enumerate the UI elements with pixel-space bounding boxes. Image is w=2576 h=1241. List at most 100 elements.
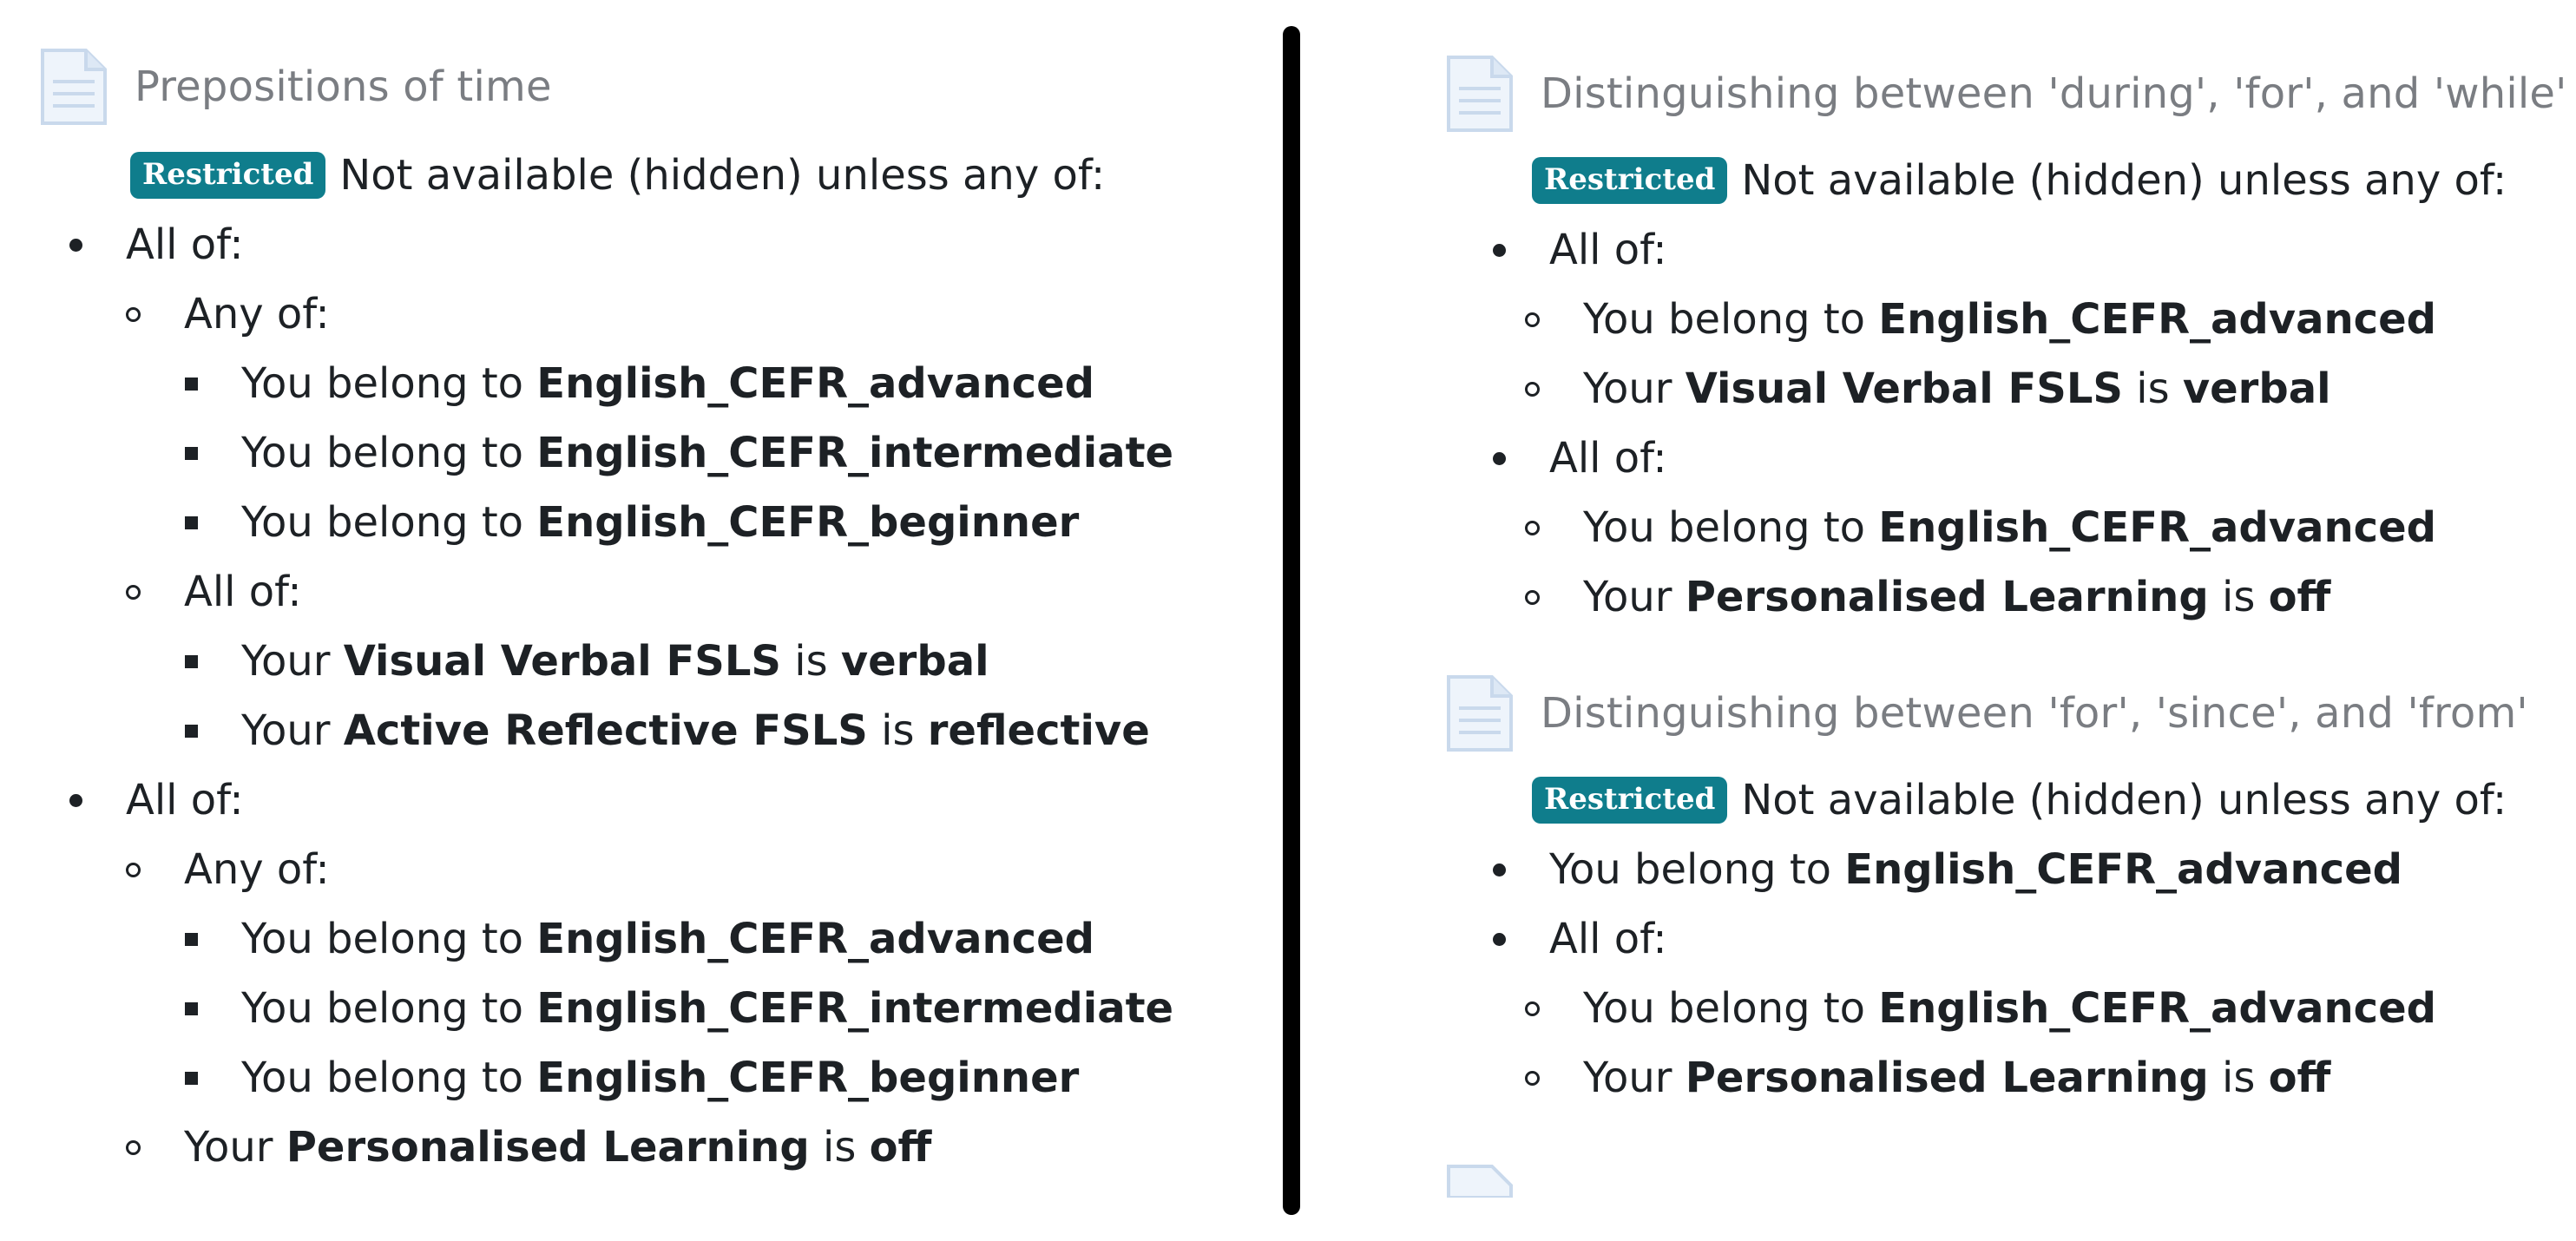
restriction-line: Restricted Not available (hidden) unless… [1532,765,2528,835]
condition-value: verbal [840,637,989,686]
circle-bullet-icon [126,584,141,600]
condition-text: is [2208,573,2269,621]
disc-bullet-icon [1493,451,1506,465]
condition-item: You belong to English_CEFR_advanced [39,904,1173,974]
square-bullet-icon [185,1071,198,1085]
activity-prepositions-of-time: Prepositions of time Restricted Not avai… [39,43,1173,1182]
restriction-line: Restricted Not available (hidden) unless… [1532,146,2567,215]
circle-bullet-icon [1525,1001,1540,1016]
condition-item: You belong to English_CEFR_advanced [1445,493,2567,562]
condition-item: Your Personalised Learning is off [39,1113,1173,1182]
page-icon [1447,1165,1513,1198]
restriction-intro: Not available (hidden) unless any of: [1741,156,2507,205]
condition-item: You belong to English_CEFR_advanced [1445,285,2567,354]
disc-bullet-icon [1493,863,1506,877]
disc-bullet-icon [1493,932,1506,946]
condition-target: Personalised Learning [286,1123,810,1172]
condition-item: You belong to English_CEFR_intermediate [39,974,1173,1043]
condition-item: All of: [39,765,1173,835]
circle-bullet-icon [1525,589,1540,605]
circle-bullet-icon [1525,381,1540,397]
activity-title[interactable]: Distinguishing between 'during', 'for', … [1541,69,2567,118]
activity-header[interactable]: Distinguishing between 'for', 'since', a… [1445,670,2528,757]
restricted-badge: Restricted [1532,777,1728,824]
condition-target: English_CEFR_advanced [1844,845,2402,894]
condition-item: You belong to English_CEFR_advanced [39,349,1173,418]
condition-item: Your Active Reflective FSLS is reflectiv… [39,696,1173,765]
condition-item: You belong to English_CEFR_advanced [1445,835,2528,904]
square-bullet-icon [185,1001,198,1015]
condition-text: You belong to [1583,295,1879,344]
condition-target: English_CEFR_beginner [536,1054,1080,1102]
condition-text: All of: [1549,434,1667,483]
condition-item: Any of: [39,279,1173,349]
condition-text: Your [184,1123,286,1172]
condition-text: You belong to [241,984,537,1033]
condition-target: Personalised Learning [1685,573,2209,621]
condition-item: All of: [1445,215,2567,285]
condition-text: is [809,1123,870,1172]
condition-text: Your [1583,364,1686,413]
condition-target: English_CEFR_intermediate [536,984,1174,1033]
restriction-rules: All of: You belong to English_CEFR_advanc… [1445,215,2567,632]
restriction-intro: Not available (hidden) unless any of: [1741,776,2507,824]
condition-target: Active Reflective FSLS [343,706,868,755]
condition-text: All of: [1549,915,1667,963]
condition-target: English_CEFR_advanced [1878,984,2436,1033]
condition-item: All of: [1445,424,2567,493]
condition-item: All of: [1445,904,2528,974]
condition-text: Your [1583,1054,1686,1102]
page-icon [41,49,107,125]
condition-text: You belong to [241,498,537,547]
condition-item: Your Personalised Learning is off [1445,562,2567,632]
panel-divider [1283,26,1300,1215]
condition-text: You belong to [241,429,537,477]
activity-header[interactable]: Distinguishing between 'during', 'for', … [1445,50,2567,137]
condition-target: Visual Verbal FSLS [1685,364,2123,413]
condition-text: Your [241,637,344,686]
activity-for-since-from: Distinguishing between 'for', 'since', a… [1445,670,2528,1113]
condition-text: is [780,637,841,686]
condition-item: You belong to English_CEFR_advanced [1445,974,2528,1043]
square-bullet-icon [185,515,198,529]
condition-item: Your Personalised Learning is off [1445,1043,2528,1113]
condition-item: Any of: [39,835,1173,904]
condition-text: You belong to [1583,984,1879,1033]
condition-text: You belong to [241,1054,537,1102]
condition-item: All of: [39,557,1173,627]
condition-target: English_CEFR_advanced [1878,295,2436,344]
condition-target: English_CEFR_intermediate [536,429,1174,477]
restricted-badge: Restricted [130,152,326,199]
page-icon [1447,56,1513,132]
condition-item: All of: [39,210,1173,279]
disc-bullet-icon [1493,243,1506,257]
square-bullet-icon [185,654,198,668]
circle-bullet-icon [126,862,141,877]
disc-bullet-icon [69,238,82,252]
restriction-line: Restricted Not available (hidden) unless… [130,141,1173,210]
condition-target: English_CEFR_advanced [536,915,1094,963]
condition-text: You belong to [1549,845,1845,894]
restricted-badge: Restricted [1532,157,1728,204]
condition-text: All of: [1549,226,1667,274]
condition-text: You belong to [241,359,537,408]
circle-bullet-icon [1525,312,1540,327]
condition-text: Your [1583,573,1686,621]
condition-value: off [2268,573,2331,621]
circle-bullet-icon [126,1139,141,1155]
circle-bullet-icon [1525,520,1540,535]
activity-title[interactable]: Prepositions of time [135,62,552,111]
condition-text: Your [241,706,344,755]
activity-header[interactable]: Prepositions of time [39,43,1173,130]
restriction-rules: All of: Any of: You belong to English_CEFR… [39,210,1173,1182]
condition-target: English_CEFR_advanced [1878,503,2436,552]
condition-text: All of: [126,776,244,824]
circle-bullet-icon [1525,1070,1540,1086]
condition-text: Any of: [184,845,330,894]
condition-item: You belong to English_CEFR_beginner [39,1043,1173,1113]
activity-title[interactable]: Distinguishing between 'for', 'since', a… [1541,689,2528,738]
condition-item: You belong to English_CEFR_beginner [39,488,1173,557]
condition-target: English_CEFR_beginner [536,498,1080,547]
activity-during-for-while: Distinguishing between 'during', 'for', … [1445,50,2567,632]
condition-target: Visual Verbal FSLS [343,637,781,686]
